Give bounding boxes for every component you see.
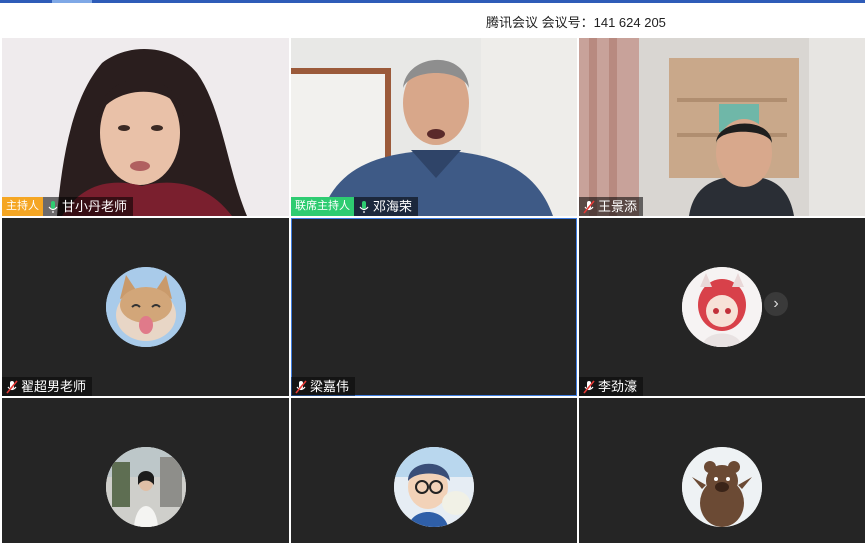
participant-label: 王景添 xyxy=(579,197,644,216)
host-badge: 主持人 xyxy=(2,197,43,216)
participant-name: 梁嘉伟 xyxy=(310,379,350,394)
participant-tile[interactable]: 梁嘉伟 xyxy=(291,218,577,396)
participant-label: 翟超男老师 xyxy=(2,377,93,396)
participant-tile[interactable] xyxy=(579,398,865,543)
mic-on-icon xyxy=(359,200,369,213)
chevron-right-icon: › xyxy=(773,295,779,312)
participant-label: 梁嘉伟 xyxy=(291,377,356,396)
participant-name: 李劲濠 xyxy=(598,379,638,394)
cat-avatar xyxy=(105,267,186,347)
participant-video xyxy=(291,38,577,216)
mic-muted-icon xyxy=(295,379,307,394)
tab-indicator xyxy=(52,0,92,3)
participant-tile[interactable]: 联席主持人 邓海荣 xyxy=(291,38,577,216)
participant-name: 甘小丹老师 xyxy=(62,199,128,214)
cartoon-boy-avatar xyxy=(394,447,474,527)
participant-tile[interactable]: 主持人 甘小丹老师 xyxy=(2,38,289,216)
participant-tile[interactable]: 李劲濠 xyxy=(579,218,865,396)
participant-name: 邓海荣 xyxy=(373,199,413,214)
bear-avatar xyxy=(682,447,762,527)
participant-video xyxy=(2,38,289,216)
title-bar-accent xyxy=(0,0,865,3)
participant-name: 翟超男老师 xyxy=(21,379,87,394)
photo-avatar xyxy=(105,447,186,527)
participant-tile[interactable]: 翟超男老师 xyxy=(2,218,289,396)
participant-label: 主持人 甘小丹老师 xyxy=(2,197,134,216)
participant-name: 王景添 xyxy=(598,199,638,214)
video-grid: 主持人 甘小丹老师 联席主持人 邓海荣 王景添 翟超男老师 梁嘉伟 李劲濠 xyxy=(2,38,865,543)
participant-tile[interactable] xyxy=(291,398,577,543)
meeting-title: 腾讯会议 会议号：141 624 205 xyxy=(486,15,666,30)
participant-tile[interactable] xyxy=(2,398,289,543)
title-bar: 腾讯会议 会议号：141 624 205 xyxy=(0,0,865,38)
mic-muted-icon xyxy=(6,379,18,394)
anime-avatar xyxy=(682,267,762,347)
participant-tile[interactable]: 王景添 xyxy=(579,38,865,216)
next-page-button[interactable]: › xyxy=(764,292,788,316)
mic-muted-icon xyxy=(583,379,595,394)
mic-muted-icon xyxy=(583,199,595,214)
participant-label: 李劲濠 xyxy=(579,377,644,396)
mic-on-icon xyxy=(48,200,58,213)
cohost-badge: 联席主持人 xyxy=(291,197,354,216)
participant-label: 联席主持人 邓海荣 xyxy=(291,197,419,216)
participant-video xyxy=(579,38,865,216)
